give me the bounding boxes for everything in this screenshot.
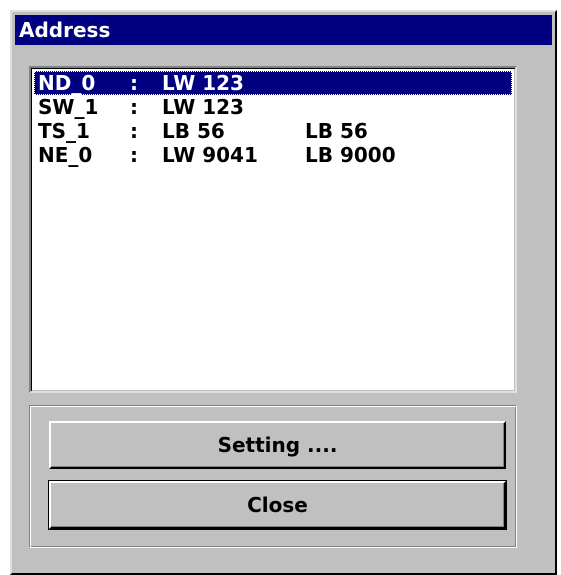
list-item[interactable]: NE_0 : LW 9041 LB 9000 bbox=[34, 143, 512, 167]
list-item[interactable]: TS_1 : LB 56 LB 56 bbox=[34, 119, 512, 143]
item-address-1: LW 123 bbox=[162, 95, 244, 119]
item-name: SW_1 bbox=[38, 95, 99, 119]
item-separator: : bbox=[130, 71, 138, 95]
item-address-2: LB 9000 bbox=[305, 143, 396, 167]
window-title: Address bbox=[19, 18, 111, 42]
item-name: TS_1 bbox=[38, 119, 90, 143]
item-name: ND_0 bbox=[38, 71, 96, 95]
item-separator: : bbox=[130, 119, 138, 143]
item-separator: : bbox=[130, 143, 138, 167]
item-separator: : bbox=[130, 95, 138, 119]
item-address-1: LW 123 bbox=[162, 71, 244, 95]
address-listbox[interactable]: ND_0 : LW 123 SW_1 : LW 123 TS_1 : LB 56… bbox=[29, 66, 517, 393]
list-item[interactable]: ND_0 : LW 123 bbox=[34, 71, 512, 95]
title-bar[interactable]: Address bbox=[15, 15, 552, 45]
list-item[interactable]: SW_1 : LW 123 bbox=[34, 95, 512, 119]
item-address-2: LB 56 bbox=[305, 119, 368, 143]
close-button[interactable]: Close bbox=[48, 480, 507, 530]
setting-button[interactable]: Setting .... bbox=[49, 421, 506, 469]
item-address-1: LB 56 bbox=[162, 119, 225, 143]
item-name: NE_0 bbox=[38, 143, 93, 167]
item-address-1: LW 9041 bbox=[162, 143, 258, 167]
